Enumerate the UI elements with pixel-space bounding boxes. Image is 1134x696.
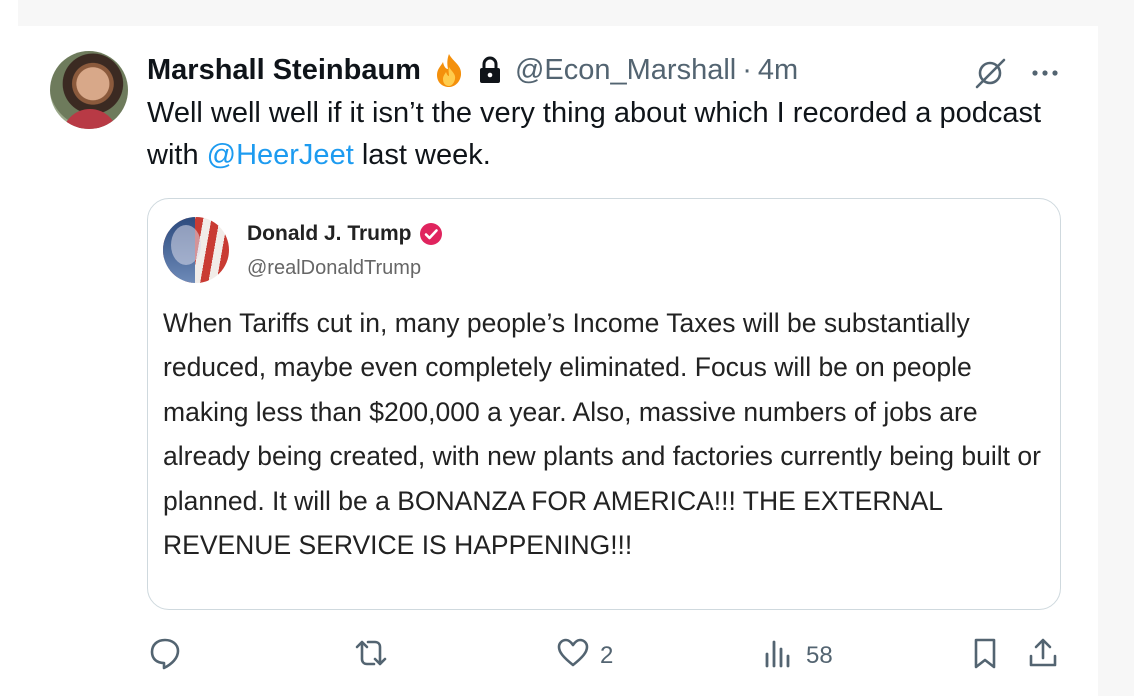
- bookmark-icon: [968, 636, 1002, 677]
- retweet-icon: [354, 636, 388, 677]
- quoted-text: When Tariffs cut in, many people’s Incom…: [163, 308, 1041, 561]
- like-count: 2: [600, 642, 614, 669]
- views-button[interactable]: 58: [762, 638, 833, 674]
- retweet-button[interactable]: [354, 638, 398, 674]
- grok-icon[interactable]: [973, 56, 1007, 90]
- share-icon: [1026, 636, 1060, 677]
- right-gutter: [1098, 0, 1134, 696]
- quoted-avatar-face: [171, 225, 201, 265]
- quoted-author-handle[interactable]: @realDonaldTrump: [247, 257, 421, 280]
- action-bar: 2 58: [18, 626, 1098, 686]
- tweet[interactable]: Marshall Steinbaum @Econ_Marshall · 4m W…: [18, 26, 1098, 696]
- tweet-header: Marshall Steinbaum @Econ_Marshall · 4m: [147, 50, 798, 90]
- separator-dot: ·: [742, 53, 752, 86]
- flame-emoji-icon: [431, 52, 467, 88]
- quoted-author-name[interactable]: Donald J. Trump: [247, 222, 412, 246]
- more-icon[interactable]: [1028, 58, 1062, 88]
- views-count: 58: [806, 642, 833, 669]
- quoted-avatar[interactable]: [163, 217, 229, 283]
- like-button[interactable]: 2: [556, 638, 613, 674]
- avatar-shirt: [62, 109, 118, 129]
- reply-button[interactable]: [148, 638, 192, 674]
- avatar[interactable]: [50, 51, 128, 129]
- quoted-tweet[interactable]: Donald J. Trump @realDonaldTrump When Ta…: [147, 198, 1061, 610]
- tweet-text: Well well well if it isn’t the very thin…: [147, 92, 1047, 176]
- share-button[interactable]: [1026, 638, 1060, 674]
- views-icon: [762, 636, 796, 677]
- reply-icon: [148, 636, 182, 677]
- mention-link[interactable]: @HeerJeet: [207, 139, 354, 171]
- lock-icon: [477, 55, 503, 85]
- author-name[interactable]: Marshall Steinbaum: [147, 54, 421, 87]
- author-handle[interactable]: @Econ_Marshall: [515, 54, 736, 87]
- verified-badge-icon: [418, 221, 444, 247]
- timestamp[interactable]: 4m: [758, 54, 798, 87]
- heart-icon: [556, 636, 590, 677]
- tweet-text-end: last week.: [353, 139, 491, 171]
- quoted-author-row: Donald J. Trump: [247, 221, 444, 247]
- top-bar: [18, 0, 1098, 26]
- bookmark-button[interactable]: [968, 638, 1002, 674]
